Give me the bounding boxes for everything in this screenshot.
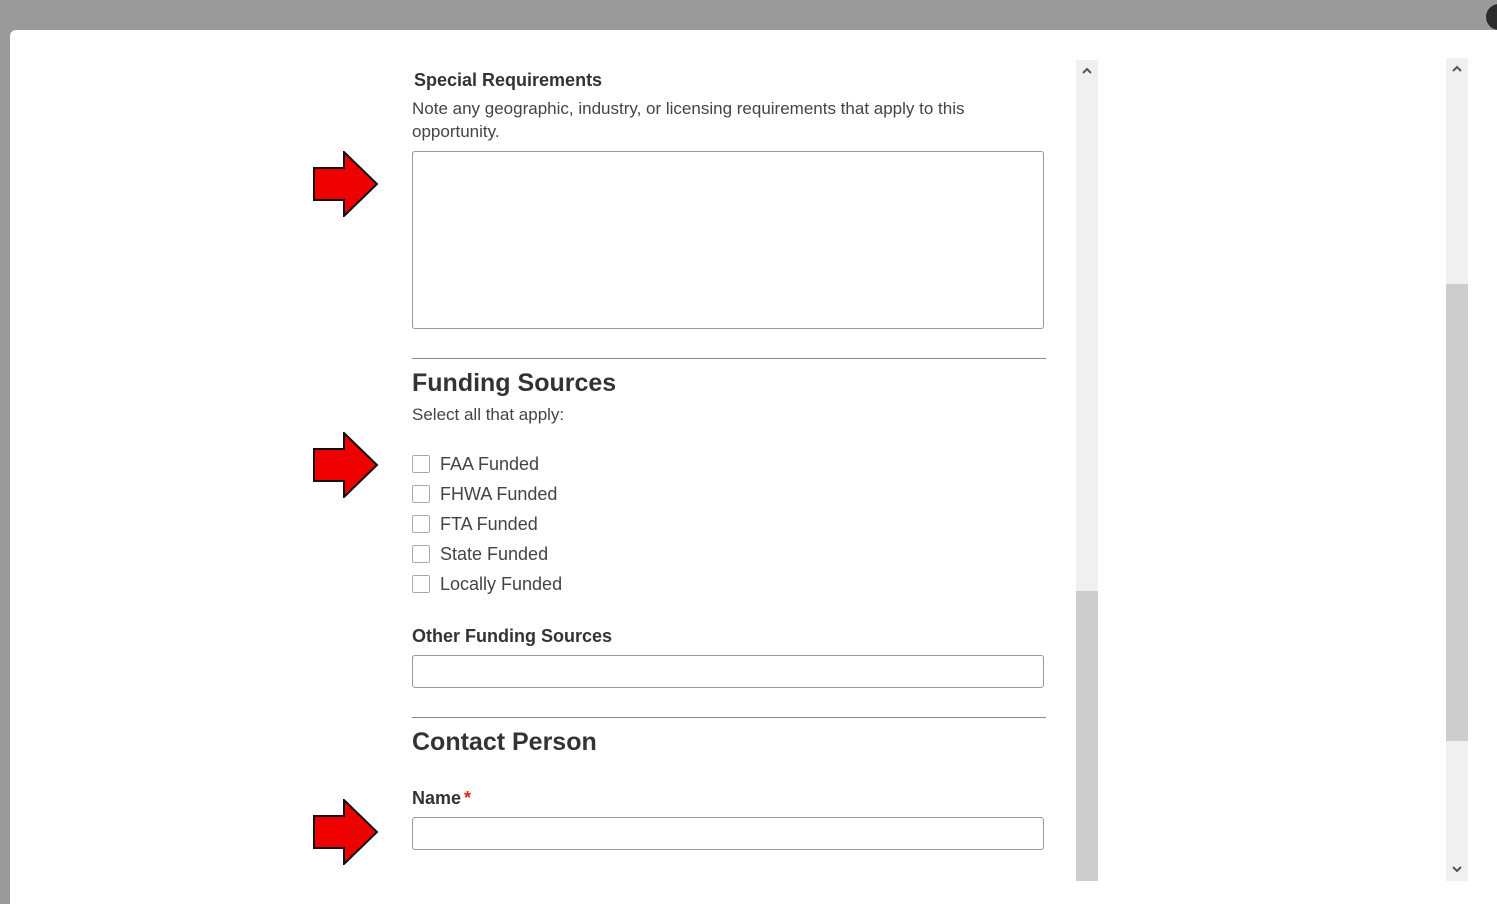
checkbox[interactable] — [412, 455, 430, 473]
checkbox-label[interactable]: FHWA Funded — [440, 484, 557, 505]
red-right-arrow-icon — [313, 151, 379, 217]
checkbox-label[interactable]: Locally Funded — [440, 574, 562, 595]
chevron-up-icon[interactable] — [1076, 60, 1098, 82]
close-button[interactable] — [1486, 4, 1497, 30]
checkbox-fhwa-funded[interactable]: FHWA Funded — [412, 483, 557, 505]
special-requirements-label: Special Requirements — [414, 70, 603, 90]
checkbox-label[interactable]: FTA Funded — [440, 514, 538, 535]
outer-scrollbar-thumb[interactable] — [1446, 284, 1468, 741]
required-marker: * — [464, 788, 472, 808]
checkbox-state-funded[interactable]: State Funded — [412, 543, 548, 565]
section-divider — [412, 358, 1046, 359]
other-funding-sources-input[interactable] — [412, 655, 1044, 688]
contact-person-heading: Contact Person — [412, 728, 597, 756]
inner-scrollbar-thumb[interactable] — [1076, 591, 1098, 881]
chevron-down-icon[interactable] — [1446, 858, 1468, 880]
checkbox[interactable] — [412, 515, 430, 533]
checkbox-faa-funded[interactable]: FAA Funded — [412, 453, 539, 475]
funding-sources-heading: Funding Sources — [412, 369, 617, 397]
checkbox[interactable] — [412, 575, 430, 593]
checkbox[interactable] — [412, 545, 430, 563]
name-label-text: Name — [412, 788, 462, 808]
other-funding-sources-label: Other Funding Sources — [412, 626, 613, 646]
checkbox-label[interactable]: State Funded — [440, 544, 548, 565]
chevron-up-icon[interactable] — [1446, 58, 1468, 80]
special-requirements-help: Note any geographic, industry, or licens… — [412, 99, 965, 141]
name-input[interactable] — [412, 817, 1044, 850]
special-requirements-textarea[interactable] — [412, 151, 1044, 329]
red-right-arrow-icon — [313, 799, 379, 865]
funding-sources-instruction: Select all that apply: — [412, 405, 565, 424]
checkbox[interactable] — [412, 485, 430, 503]
checkbox-fta-funded[interactable]: FTA Funded — [412, 513, 538, 535]
checkbox-label[interactable]: FAA Funded — [440, 454, 539, 475]
name-label: Name * — [412, 788, 471, 809]
checkbox-locally-funded[interactable]: Locally Funded — [412, 573, 562, 595]
red-right-arrow-icon — [313, 432, 379, 498]
section-divider — [412, 717, 1046, 718]
